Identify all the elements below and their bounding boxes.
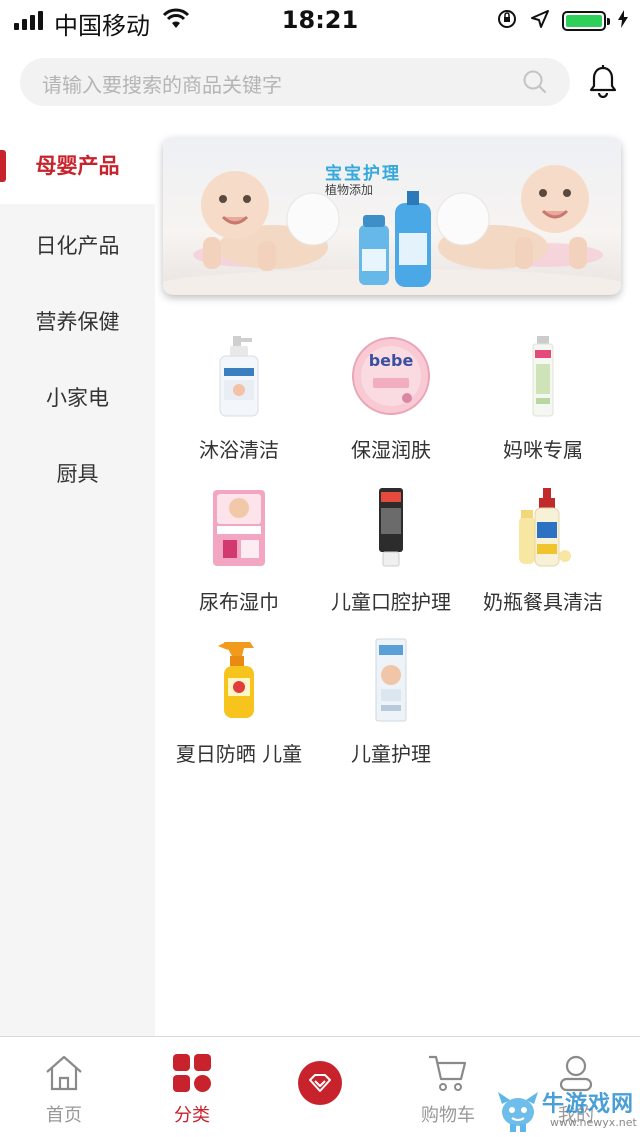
category-item[interactable]: 沐浴清洁	[164, 332, 314, 463]
tab-category[interactable]: 分类	[142, 1051, 242, 1127]
charging-icon	[618, 10, 628, 32]
bell-icon[interactable]	[588, 64, 618, 102]
banner-subtitle: 植物添加	[325, 183, 374, 197]
promo-banner[interactable]: 宝宝护理 植物添加	[163, 137, 621, 295]
category-label: 沐浴清洁	[199, 438, 279, 462]
baby-wash-bottle-icon	[164, 332, 314, 420]
watermark-title: 牛游戏网	[542, 1092, 635, 1117]
category-label: 儿童护理	[351, 742, 431, 766]
category-label: 尿布湿巾	[199, 590, 279, 614]
search-placeholder: 请输入要搜索的商品关键字	[42, 73, 282, 97]
category-item[interactable]: 奶瓶餐具清洁	[468, 484, 618, 615]
diamond-center-icon	[309, 1074, 331, 1092]
category-item[interactable]: bebe 保湿润肤	[316, 332, 466, 463]
tab-home[interactable]: 首页	[14, 1051, 114, 1127]
sidebar-item-kitchenware[interactable]: 厨具	[0, 436, 155, 512]
cream-tin-icon: bebe	[316, 332, 466, 420]
sidebar-item-maternal-baby[interactable]: 母婴产品	[0, 128, 155, 204]
category-item[interactable]: 夏日防晒 儿童	[164, 636, 314, 767]
category-item[interactable]: 尿布湿巾	[164, 484, 314, 615]
tab-cart[interactable]: 购物车	[398, 1051, 498, 1127]
watermark-url: www.newyx.net	[550, 1116, 637, 1129]
sidebar-item-daily-chemicals[interactable]: 日化产品	[0, 208, 155, 284]
category-sidebar: 母婴产品 日化产品 营养保健 小家电 厨具	[0, 128, 155, 1036]
category-label: 妈咪专属	[503, 438, 583, 462]
sunscreen-spray-icon	[164, 636, 314, 724]
tab-label: 分类	[174, 1105, 210, 1126]
battery-icon	[562, 11, 610, 31]
site-watermark: 牛游戏网 www.newyx.net	[496, 1084, 640, 1136]
tab-label: 首页	[46, 1105, 82, 1126]
sidebar-item-nutrition[interactable]: 营养保健	[0, 284, 155, 360]
category-label: 夏日防晒 儿童	[175, 742, 303, 766]
bottle-cleaner-icon	[468, 484, 618, 572]
sidebar-item-small-appliances[interactable]: 小家电	[0, 360, 155, 436]
category-item[interactable]: 儿童口腔护理	[316, 484, 466, 615]
category-grid-icon	[142, 1051, 242, 1095]
search-icon[interactable]	[522, 69, 548, 99]
search-input[interactable]: 请输入要搜索的商品关键字	[20, 58, 570, 106]
category-label: 奶瓶餐具清洁	[483, 590, 603, 614]
care-box-icon	[316, 636, 466, 724]
category-label: 保湿润肤	[351, 438, 431, 462]
tube-icon	[468, 332, 618, 420]
status-bar: 中国移动 18:21	[0, 0, 640, 40]
svg-text:bebe: bebe	[369, 351, 414, 370]
location-icon	[530, 9, 550, 33]
rotation-lock-icon	[496, 8, 518, 34]
category-label: 儿童口腔护理	[331, 590, 451, 614]
category-item[interactable]: 妈咪专属	[468, 332, 618, 463]
home-icon	[14, 1051, 114, 1095]
tab-label: 购物车	[421, 1105, 475, 1126]
mascot-logo-icon	[498, 1092, 538, 1132]
toothpaste-icon	[316, 484, 466, 572]
diaper-pack-icon	[164, 484, 314, 572]
cart-icon	[398, 1051, 498, 1095]
category-item[interactable]: 儿童护理	[316, 636, 466, 767]
center-action-button[interactable]	[298, 1061, 342, 1105]
